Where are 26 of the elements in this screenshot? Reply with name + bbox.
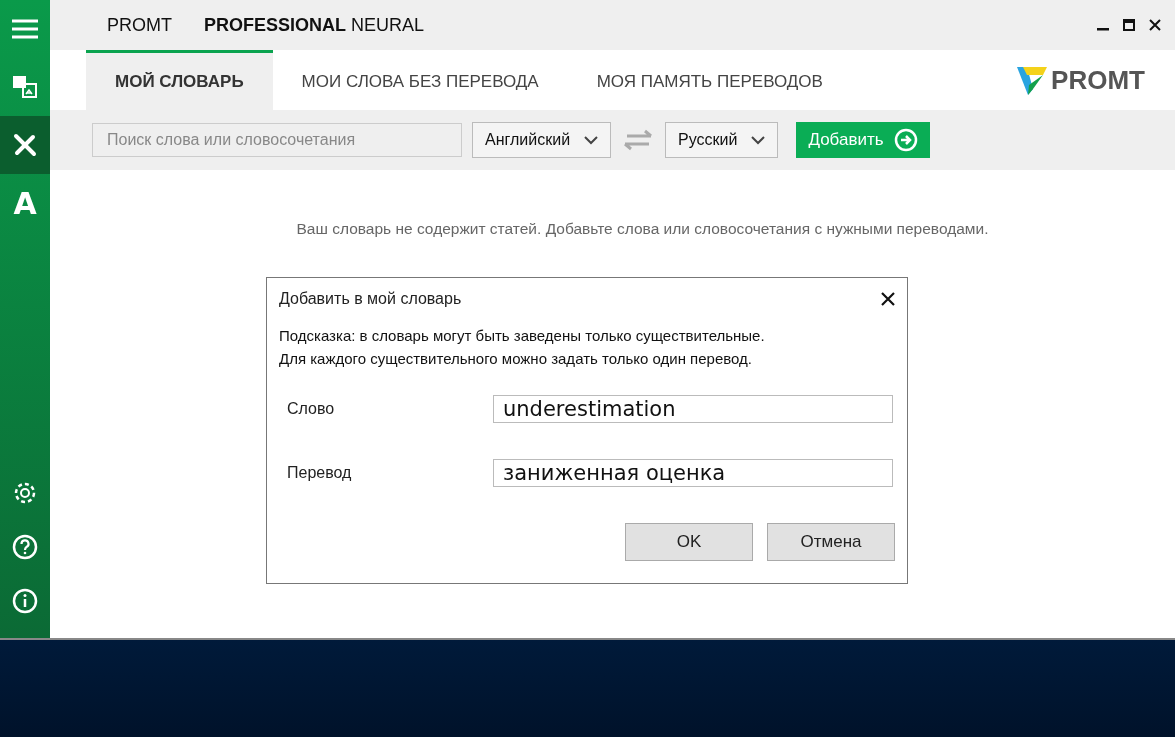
source-language-dropdown[interactable]: Английский — [472, 122, 612, 158]
input-field[interactable]: underestimation — [493, 395, 893, 423]
empty-message: Ваш словарь не содержит статей. Добавьте слова или словосочетания с нужными переводами. — [296, 220, 989, 239]
app-title: PROFESSIONAL NEURAL — [204, 14, 425, 36]
chevron-down-icon — [584, 135, 599, 145]
search-field[interactable]: Поиск слова или словосочетания — [92, 123, 462, 157]
close-icon[interactable] — [881, 292, 895, 306]
input-field[interactable]: заниженная оценка — [493, 459, 893, 487]
field-label: Слово — [287, 400, 336, 418]
ok-button[interactable]: OK — [625, 523, 753, 561]
app-title: PROMT — [107, 14, 172, 36]
menu-icon[interactable] — [12, 19, 38, 39]
arrow-circle-icon — [893, 128, 918, 152]
target-language-dropdown[interactable]: Русский — [665, 122, 779, 158]
logo-text: PROMT — [1051, 64, 1145, 96]
maximize-icon[interactable] — [1123, 19, 1135, 31]
info-icon[interactable] — [12, 588, 38, 614]
tab[interactable]: МОЙ СЛОВАРЬ — [86, 50, 273, 110]
close-icon[interactable] — [1149, 19, 1161, 31]
hint-text: Подсказка: в словарь могут быть заведены только существительные. Для каждого существительного можно задать только один перевод. — [279, 326, 766, 369]
chevron-down-icon — [751, 135, 766, 145]
field-label: Перевод — [287, 464, 353, 482]
cancel-button[interactable]: Отмена — [767, 523, 895, 561]
help-icon[interactable] — [12, 534, 38, 560]
letter-icon[interactable]: A — [13, 185, 37, 221]
dialog-title: Добавить в мой словарь — [279, 290, 462, 308]
